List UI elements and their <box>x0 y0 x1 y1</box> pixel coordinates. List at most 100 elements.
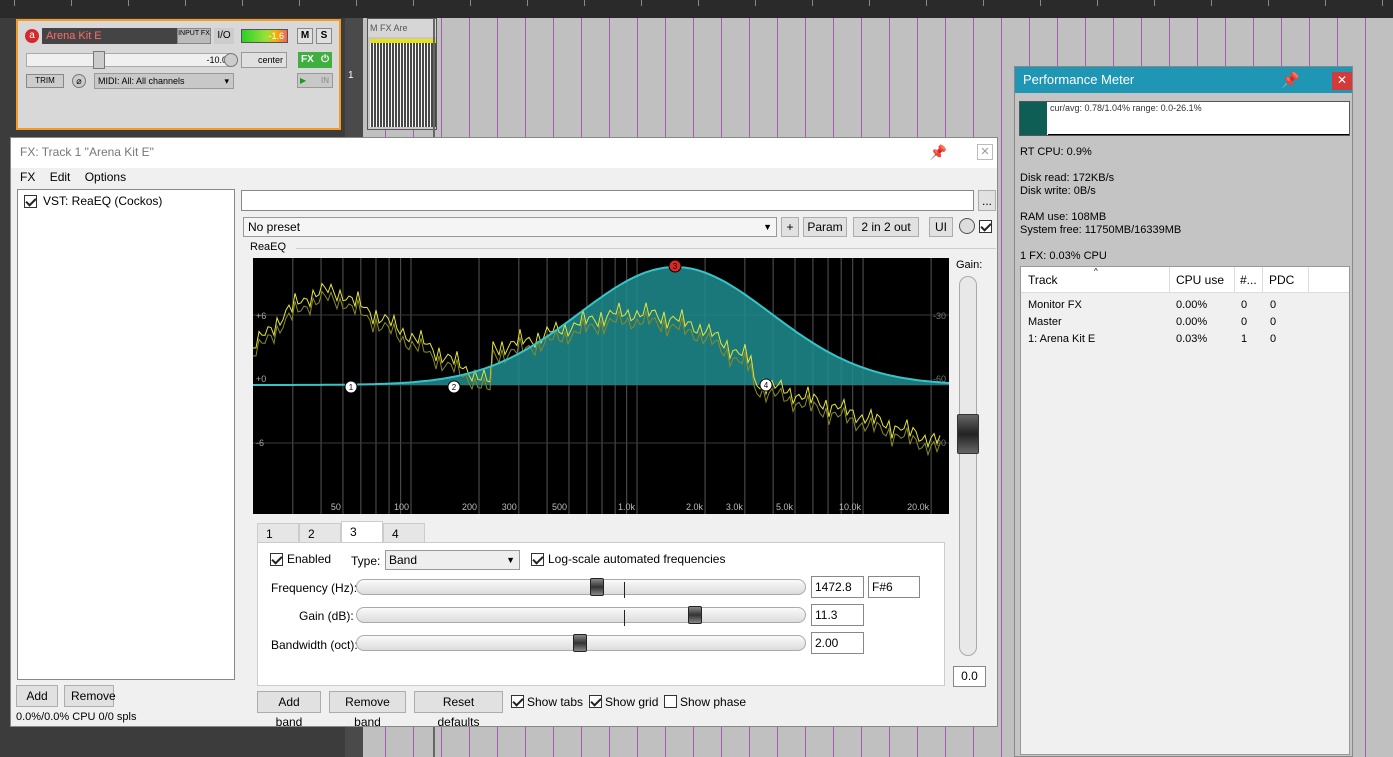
ruler-tick <box>584 0 585 6</box>
bandwidth-field[interactable]: 2.00 <box>811 632 864 654</box>
fx-cpu-status: 0.0%/0.0% CPU 0/0 spls <box>16 711 137 723</box>
table-row[interactable]: Monitor FX 0.00% 0 0 <box>1021 299 1349 316</box>
add-preset-button[interactable]: + <box>781 217 799 237</box>
eq-graph[interactable]: +6 +0 -6 -30 -60 -90 50 100 200 300 500 1.0k 2.0k 3.0… <box>253 258 949 514</box>
show-phase-checkbox[interactable] <box>664 695 677 708</box>
col-cpu[interactable]: CPU use <box>1176 273 1224 287</box>
col-track[interactable]: Track <box>1028 273 1058 287</box>
plugin-name-field[interactable] <box>241 190 974 211</box>
tab-band-4[interactable]: 4 <box>383 523 425 543</box>
fx-window[interactable]: FX: Track 1 "Arena Kit E" 📌 ✕ FX Edit Op… <box>10 137 998 729</box>
io-button[interactable]: I/O <box>214 28 234 44</box>
power-icon[interactable]: ⏻ <box>321 52 329 68</box>
pan-control[interactable]: center <box>224 52 287 68</box>
tab-band-2[interactable]: 2 <box>299 523 341 543</box>
freq-label: 2.0k <box>686 502 704 512</box>
param-button[interactable]: Param <box>803 217 847 237</box>
fx-button[interactable]: FX ⏻ <box>298 52 332 68</box>
routing-button[interactable]: 2 in 2 out <box>853 217 919 237</box>
eq-graph-svg[interactable]: +6+0-6-30-60-9050 100 200 300 500 1.0k 2.0k 3.0… <box>253 258 949 514</box>
bandwidth-slider-thumb[interactable] <box>573 634 587 652</box>
timeline-ruler[interactable] <box>0 0 1393 18</box>
col-count[interactable]: #... <box>1240 273 1257 287</box>
track-name[interactable]: Arena Kit E <box>42 28 194 44</box>
wet-knob-icon[interactable] <box>959 218 975 234</box>
close-icon[interactable]: ✕ <box>977 144 993 160</box>
volume-knob[interactable] <box>93 51 105 69</box>
fx-enabled-checkbox[interactable] <box>24 194 37 208</box>
add-band-button[interactable]: Add band <box>257 691 321 729</box>
perf-title[interactable]: Performance Meter <box>1015 67 1352 93</box>
perf-table[interactable]: Track ^ CPU use #... PDC Monitor FX 0.00… <box>1020 266 1350 755</box>
menu-options[interactable]: Options <box>85 170 126 184</box>
ruler-tick <box>128 0 129 6</box>
more-button[interactable]: ... <box>978 190 996 211</box>
fx-window-title[interactable]: FX: Track 1 "Arena Kit E" <box>11 138 997 168</box>
menu-edit[interactable]: Edit <box>50 170 71 184</box>
band-enabled-checkbox[interactable] <box>270 553 283 566</box>
bandwidth-slider[interactable] <box>356 634 806 652</box>
chevron-down-icon: ▼ <box>506 555 515 565</box>
volume-slider[interactable]: -10.0 <box>26 51 232 69</box>
track-panel[interactable]: a Arena Kit E INPUT FX I/O -1.6 M S -10.… <box>16 19 354 130</box>
gain-slider[interactable] <box>959 276 977 656</box>
gain-value-field[interactable]: 0.0 <box>953 666 986 687</box>
table-row[interactable]: 1: Arena Kit E 0.03% 1 0 <box>1021 333 1349 350</box>
fx-chain-list[interactable]: VST: ReaEQ (Cockos) <box>17 189 235 680</box>
input-fx-button[interactable]: INPUT FX <box>177 28 211 44</box>
trim-button[interactable]: TRIM <box>26 74 64 88</box>
table-row[interactable]: Master 0.00% 0 0 <box>1021 316 1349 333</box>
frequency-label: Frequency (Hz): <box>271 581 358 595</box>
reset-defaults-button[interactable]: Reset defaults <box>414 691 503 729</box>
ruler-tick <box>1097 0 1098 6</box>
bandwidth-label: Bandwidth (oct): <box>271 638 358 652</box>
preset-select[interactable]: No preset ▼ <box>243 217 777 237</box>
frequency-field[interactable]: 1472.8 <box>811 576 864 598</box>
gain-slider-thumb[interactable] <box>957 414 979 454</box>
band-point-label: 3 <box>673 262 678 271</box>
pan-value: center <box>257 55 283 65</box>
band-gain-field[interactable]: 11.3 <box>811 604 864 626</box>
cpu-graph-baseline <box>1048 134 1349 135</box>
pin-icon[interactable]: 📌 <box>930 144 947 161</box>
band-point-label: 2 <box>452 383 457 392</box>
frequency-slider-thumb[interactable] <box>590 578 604 596</box>
row-pdc: 0 <box>1270 333 1277 345</box>
tab-band-3[interactable]: 3 <box>341 521 383 543</box>
remove-fx-button[interactable]: Remove <box>64 685 116 707</box>
pin-icon[interactable]: 📌 <box>1281 71 1300 89</box>
input-monitor-button[interactable]: IN <box>297 73 333 88</box>
midi-input-select[interactable]: MIDI: All: All channels ▾ <box>94 73 234 89</box>
pan-dial-icon[interactable] <box>224 53 238 67</box>
close-icon[interactable]: ✕ <box>1332 72 1352 90</box>
media-item-header: M FX Are <box>368 19 436 37</box>
remove-band-button[interactable]: Remove band <box>329 691 406 729</box>
add-fx-button[interactable]: Add <box>16 685 58 707</box>
frequency-slider[interactable] <box>356 578 806 598</box>
band-gain-slider[interactable] <box>356 606 806 626</box>
band-type-select[interactable]: Band ▼ <box>385 550 520 570</box>
ui-button[interactable]: UI <box>929 217 953 237</box>
row-pdc: 0 <box>1270 316 1277 328</box>
show-tabs-checkbox[interactable] <box>511 695 524 708</box>
bypass-checkbox[interactable] <box>979 219 992 234</box>
performance-meter-window[interactable]: Performance Meter 📌 ✕ cur/avg: 0.78/1.04… <box>1014 66 1353 757</box>
show-tabs-label: Show tabs <box>527 695 584 709</box>
menu-fx[interactable]: FX <box>20 170 35 184</box>
show-grid-label: Show grid <box>605 695 659 709</box>
tab-band-1[interactable]: 1 <box>257 523 299 543</box>
ruler-tick <box>983 0 984 6</box>
note-field[interactable]: F#6 <box>868 576 920 598</box>
media-item[interactable]: M FX Are <box>367 18 437 130</box>
fx-chain-item[interactable]: VST: ReaEQ (Cockos) <box>24 194 162 208</box>
logscale-checkbox[interactable] <box>531 553 544 566</box>
sort-indicator-icon: ^ <box>1094 267 1098 276</box>
col-pdc[interactable]: PDC <box>1269 273 1294 287</box>
row-count: 0 <box>1241 299 1248 311</box>
band-gain-slider-thumb[interactable] <box>688 606 702 624</box>
show-grid-checkbox[interactable] <box>589 695 602 708</box>
mute-button[interactable]: M <box>297 28 313 44</box>
phase-invert-icon[interactable]: ⌀ <box>72 74 86 88</box>
record-arm-button[interactable]: a <box>25 29 39 43</box>
solo-button[interactable]: S <box>316 28 332 44</box>
